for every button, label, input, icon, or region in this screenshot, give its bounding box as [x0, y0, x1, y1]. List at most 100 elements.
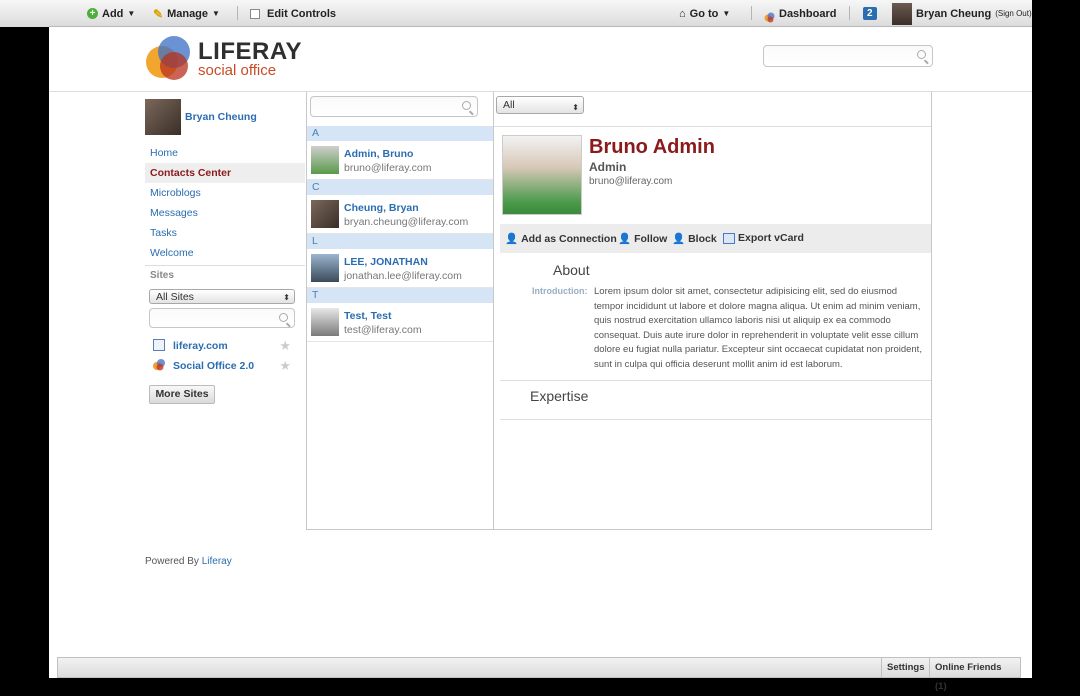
- about-divider: [500, 380, 931, 381]
- contact-email: jonathan.lee@liferay.com: [344, 270, 462, 282]
- introduction-label: Introduction:: [532, 286, 588, 296]
- global-search-input[interactable]: [763, 45, 933, 67]
- add-icon: +: [87, 8, 98, 19]
- follow-button[interactable]: 👤 Follow: [618, 232, 668, 246]
- star-icon[interactable]: ★: [279, 338, 291, 354]
- notifications-badge[interactable]: 2: [863, 0, 877, 27]
- profile-full-name: Bruno Admin: [589, 136, 715, 158]
- about-heading: About: [553, 262, 590, 278]
- page-icon: [153, 339, 165, 351]
- site-item[interactable]: liferay.com ★: [153, 338, 295, 355]
- sidebar-user[interactable]: Bryan Cheung: [145, 99, 305, 135]
- checkbox-icon[interactable]: [250, 8, 260, 19]
- contact-email: bryan.cheung@liferay.com: [344, 216, 469, 228]
- letter-header: L: [307, 234, 493, 249]
- search-icon[interactable]: [279, 313, 288, 322]
- sidebar-item-welcome[interactable]: Welcome: [145, 243, 305, 263]
- goto-label: Go to: [689, 7, 719, 20]
- manage-label: Manage: [167, 7, 209, 20]
- home-icon: ⌂: [679, 7, 686, 20]
- avatar: [311, 254, 339, 282]
- profile-photo: [502, 135, 582, 215]
- sidebar-item-home[interactable]: Home: [145, 143, 305, 163]
- site-item[interactable]: Social Office 2.0 ★: [153, 358, 295, 375]
- dockbar-separator: [751, 6, 752, 20]
- contact-name[interactable]: Admin, Bruno: [344, 148, 413, 160]
- powered-by: Powered By Liferay: [145, 556, 232, 567]
- sign-out-link[interactable]: (Sign Out): [995, 2, 1031, 26]
- introduction-text: Lorem ipsum dolor sit amet, consectetur …: [594, 286, 922, 370]
- add-connection-label: Add as Connection: [521, 232, 617, 245]
- sidebar-item-messages[interactable]: Messages: [145, 203, 305, 223]
- header: LIFERAY social office: [49, 27, 1032, 92]
- dockbar-separator: [237, 6, 238, 20]
- sites-filter-value: All Sites: [156, 291, 194, 303]
- settings-button[interactable]: Settings: [881, 658, 929, 677]
- select-arrows-icon: ⬍: [283, 293, 290, 302]
- manage-menu[interactable]: ✎ Manage ▼: [153, 0, 220, 27]
- goto-menu[interactable]: ⌂ Go to ▼: [679, 0, 730, 27]
- search-icon[interactable]: [917, 50, 926, 59]
- follow-label: Follow: [634, 232, 668, 245]
- block-user-icon: 👤: [672, 233, 686, 245]
- add-user-icon: 👤: [505, 233, 519, 245]
- add-menu[interactable]: + Add ▼: [87, 0, 135, 27]
- social-office-logo-icon[interactable]: [144, 32, 194, 82]
- pencil-icon: ✎: [153, 6, 164, 21]
- detail-top-divider: [494, 126, 931, 127]
- list-item[interactable]: LEE, JONATHAN jonathan.lee@liferay.com: [307, 249, 493, 288]
- edit-controls-toggle[interactable]: Edit Controls: [250, 0, 336, 27]
- list-item[interactable]: Test, Test test@liferay.com: [307, 303, 493, 342]
- dashboard-label: Dashboard: [779, 7, 837, 20]
- letter-header: C: [307, 180, 493, 195]
- sites-heading: Sites: [145, 265, 305, 283]
- online-friends-button[interactable]: Online Friends (1): [929, 658, 1020, 692]
- contact-email: test@liferay.com: [344, 324, 422, 336]
- chevron-down-icon: ▼: [212, 8, 220, 18]
- export-vcard-label: Export vCard: [738, 232, 804, 244]
- edit-controls-label: Edit Controls: [267, 7, 337, 20]
- expertise-heading: Expertise: [530, 388, 589, 404]
- chevron-down-icon: ▼: [127, 8, 136, 18]
- dockbar: + Add ▼ ✎ Manage ▼ Edit Controls ⌂ Go to…: [49, 0, 1032, 27]
- contact-name[interactable]: Test, Test: [344, 310, 391, 322]
- liferay-link[interactable]: Liferay: [202, 556, 232, 567]
- list-item[interactable]: Cheung, Bryan bryan.cheung@liferay.com: [307, 195, 493, 234]
- site-label[interactable]: liferay.com: [173, 340, 228, 352]
- sidebar-item-contacts-center[interactable]: Contacts Center: [145, 163, 305, 183]
- contacts-list: A Admin, Bruno bruno@liferay.com C Cheun…: [307, 126, 493, 342]
- avatar: [311, 308, 339, 336]
- contact-email: bruno@liferay.com: [344, 162, 432, 174]
- contact-name[interactable]: LEE, JONATHAN: [344, 256, 428, 268]
- user-menu[interactable]: Bryan Cheung (Sign Out): [892, 0, 1032, 27]
- star-icon[interactable]: ★: [279, 358, 291, 374]
- sidebar-user-name[interactable]: Bryan Cheung: [185, 111, 257, 123]
- logo-text[interactable]: LIFERAY social office: [198, 38, 302, 79]
- dockbar-left: [0, 0, 63, 27]
- sidebar-item-microblogs[interactable]: Microblogs: [145, 183, 305, 203]
- sites-search-input[interactable]: [149, 308, 295, 328]
- avatar: [892, 2, 912, 25]
- avatar: [311, 146, 339, 174]
- vcard-icon: [723, 232, 735, 244]
- contact-name[interactable]: Cheung, Bryan: [344, 202, 419, 214]
- profile-email: bruno@liferay.com: [589, 176, 673, 187]
- profile-action-bar: 👤 Add as Connection 👤 Follow 👤 Block Exp…: [500, 224, 931, 253]
- export-vcard-button[interactable]: Export vCard: [723, 232, 804, 244]
- social-office-icon: [764, 8, 775, 23]
- sidebar-item-tasks[interactable]: Tasks: [145, 223, 305, 243]
- avatar[interactable]: [145, 99, 181, 135]
- dashboard-link[interactable]: Dashboard: [764, 0, 836, 27]
- sidebar: Bryan Cheung Home Contacts Center Microb…: [145, 99, 305, 283]
- more-sites-button[interactable]: More Sites: [149, 385, 215, 404]
- user-name: Bryan Cheung: [916, 7, 992, 20]
- chevron-down-icon: ▼: [722, 8, 731, 18]
- block-button[interactable]: 👤 Block: [672, 232, 717, 246]
- list-item[interactable]: Admin, Bruno bruno@liferay.com: [307, 141, 493, 180]
- site-label[interactable]: Social Office 2.0: [173, 360, 254, 372]
- contacts-panel: A Admin, Bruno bruno@liferay.com C Cheun…: [306, 92, 494, 530]
- add-connection-button[interactable]: 👤 Add as Connection: [505, 232, 617, 246]
- sites-filter-select[interactable]: All Sites ⬍: [149, 289, 295, 304]
- dockbar-separator: [849, 6, 850, 20]
- profile-job-title: Admin: [589, 160, 627, 174]
